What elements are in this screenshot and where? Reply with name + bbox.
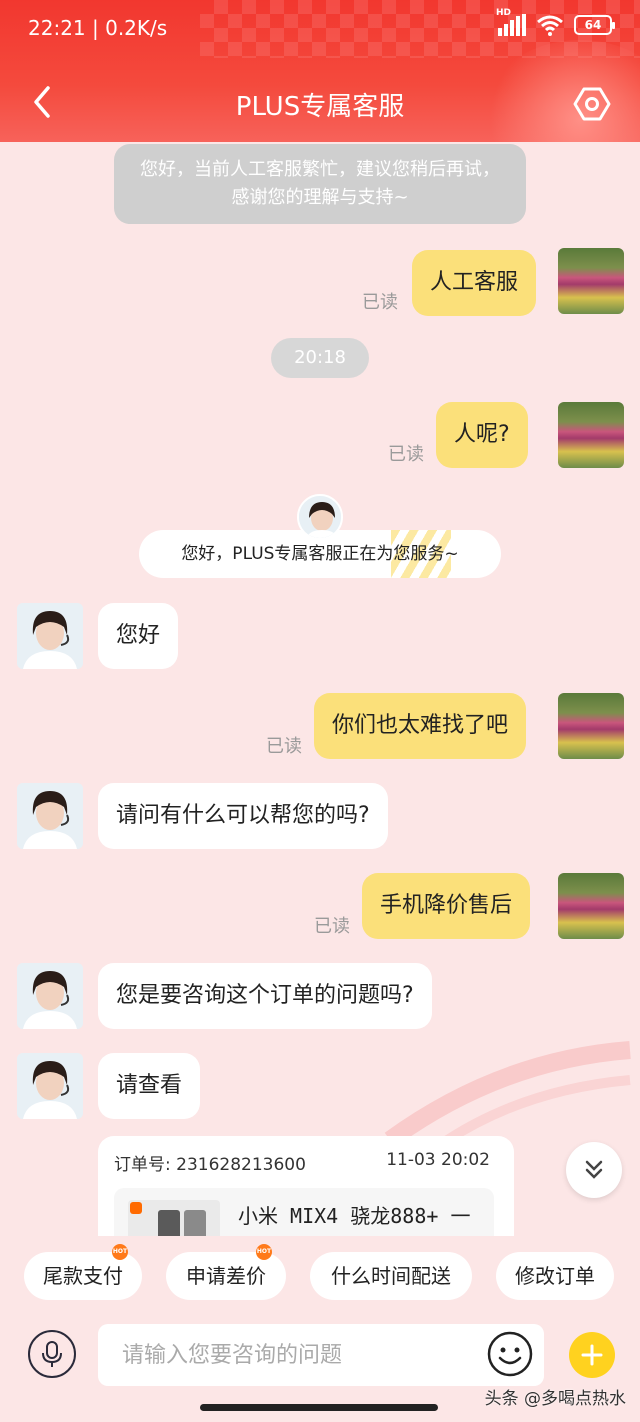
- chip-label: 修改订单: [515, 1264, 595, 1288]
- background-decoration: [384, 1041, 631, 1150]
- mi-logo-icon: [130, 1202, 142, 1214]
- my-message-bubble[interactable]: 人呢?: [436, 402, 528, 468]
- quick-reply-chip[interactable]: 修改订单: [496, 1252, 614, 1300]
- app-header: 22:21 | 0.2K/s HD 64 PLUS专属客服: [0, 0, 640, 142]
- agent-avatar[interactable]: [17, 603, 83, 669]
- agent-avatar[interactable]: [17, 1053, 83, 1119]
- product-name: 小米 MIX4 骁龙888+ 一: [238, 1204, 471, 1228]
- read-status: 已读: [362, 292, 398, 313]
- hot-badge-icon: HOT: [112, 1244, 128, 1260]
- quick-reply-bar: 尾款支付 HOT 申请差价 HOT 什么时间配送 修改订单: [0, 1236, 640, 1316]
- chip-label: 尾款支付: [43, 1264, 123, 1288]
- user-avatar[interactable]: [558, 693, 624, 759]
- chip-label: 什么时间配送: [331, 1264, 451, 1288]
- signal-icon: HD: [496, 8, 526, 36]
- agent-avatar: [297, 494, 343, 540]
- read-status: 已读: [314, 916, 350, 937]
- order-time: 11-03 20:02: [386, 1150, 490, 1170]
- microphone-icon: [42, 1341, 62, 1367]
- hot-badge-icon: HOT: [256, 1244, 272, 1260]
- my-message-bubble[interactable]: 手机降价售后: [362, 873, 531, 939]
- agent-avatar[interactable]: [17, 963, 83, 1029]
- battery-level: 64: [584, 18, 602, 32]
- read-status: 已读: [388, 444, 424, 465]
- status-icons: HD 64: [496, 8, 615, 36]
- voice-button[interactable]: [28, 1330, 76, 1378]
- agent-join-text: 您好，PLUS专属客服正在为您服务~: [181, 544, 459, 564]
- quick-reply-chip[interactable]: 申请差价 HOT: [166, 1244, 286, 1300]
- chip-label: 申请差价: [186, 1264, 266, 1288]
- plus-button[interactable]: [569, 1332, 615, 1378]
- wifi-icon: [537, 15, 563, 36]
- scroll-to-bottom-button[interactable]: [566, 1142, 622, 1198]
- home-indicator[interactable]: [200, 1404, 438, 1411]
- message-input[interactable]: [98, 1324, 544, 1386]
- read-status: 已读: [266, 736, 302, 757]
- user-avatar[interactable]: [558, 402, 624, 468]
- page-title: PLUS专属客服: [235, 92, 405, 122]
- order-number: 订单号: 231628213600: [114, 1155, 306, 1175]
- timestamp-pill: 20:18: [271, 338, 369, 378]
- plus-icon: [581, 1344, 603, 1366]
- system-notice: 您好，当前人工客服繁忙，建议您稍后再试，感谢您的理解与支持~: [114, 144, 526, 224]
- double-chevron-down-icon: [585, 1160, 603, 1179]
- product-thumbnail: [128, 1200, 220, 1236]
- user-avatar[interactable]: [558, 248, 624, 314]
- quick-reply-chip[interactable]: 什么时间配送: [310, 1252, 472, 1300]
- agent-message-bubble[interactable]: 您好: [98, 603, 179, 669]
- agent-message-bubble[interactable]: 您是要咨询这个订单的问题吗?: [98, 963, 432, 1029]
- hexagon-settings-icon[interactable]: [572, 84, 612, 124]
- order-item[interactable]: 小米 MIX4 骁龙888+ 一: [114, 1188, 494, 1236]
- user-avatar[interactable]: [558, 873, 624, 939]
- smiley-icon[interactable]: [486, 1330, 534, 1378]
- battery-icon: 64: [574, 15, 615, 35]
- quick-reply-chip[interactable]: 尾款支付 HOT: [24, 1244, 142, 1300]
- agent-avatar[interactable]: [17, 783, 83, 849]
- status-time: 22:21 | 0.2K/s: [28, 16, 168, 40]
- watermark: 头条 @多喝点热水: [484, 1389, 626, 1409]
- my-message-bubble[interactable]: 你们也太难找了吧: [314, 693, 527, 759]
- network-label: HD: [496, 8, 512, 18]
- order-card[interactable]: 订单号: 231628213600 11-03 20:02 小米 MIX4 骁龙…: [98, 1136, 514, 1236]
- my-message-bubble[interactable]: 人工客服: [412, 250, 537, 316]
- agent-message-bubble[interactable]: 请查看: [98, 1053, 201, 1119]
- agent-message-bubble[interactable]: 请问有什么可以帮您的吗?: [98, 783, 388, 849]
